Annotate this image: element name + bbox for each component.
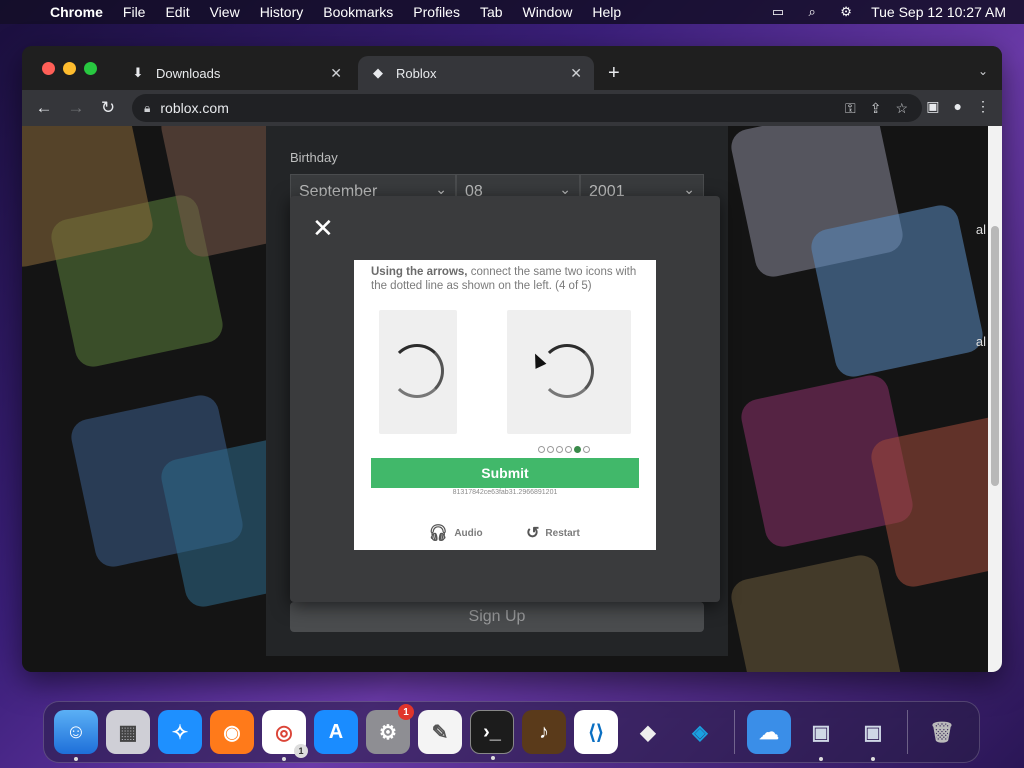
menu-history[interactable]: History: [260, 4, 304, 20]
reload-icon[interactable]: ↻: [98, 98, 118, 118]
captcha-challenge: Using the arrows, connect the same two i…: [354, 260, 656, 550]
vscode-icon[interactable]: ⟨⟩: [574, 710, 618, 754]
tab-roblox[interactable]: ◆ Roblox ✕: [358, 56, 594, 90]
terminal-icon[interactable]: ›_: [470, 710, 514, 760]
menu-help[interactable]: Help: [592, 4, 621, 20]
dock-divider: [907, 710, 908, 754]
tab-title: Downloads: [156, 65, 221, 81]
bookmark-star-icon[interactable]: ☆: [895, 100, 908, 117]
firefox-icon[interactable]: ◉: [210, 710, 254, 754]
menu-window[interactable]: Window: [523, 4, 573, 20]
close-window-button[interactable]: [42, 62, 55, 75]
scrollbar-thumb[interactable]: [991, 226, 999, 486]
trash-icon[interactable]: 🗑︎: [920, 710, 964, 754]
weather-icon[interactable]: ☁: [747, 710, 791, 754]
menu-bar: Chrome File Edit View History Bookmarks …: [0, 0, 1024, 24]
menu-file[interactable]: File: [123, 4, 146, 20]
progress-dot: [583, 446, 590, 453]
page-scrollbar[interactable]: [988, 126, 1002, 672]
apple-icon[interactable]: [18, 3, 36, 21]
profile-avatar-icon[interactable]: ●: [954, 98, 962, 115]
back-arrow-icon[interactable]: ←: [34, 98, 54, 118]
page-viewport: al al Birthday September ⌄ 08 ⌄ 2001 ⌄ S…: [22, 126, 1002, 672]
progress-dot: [556, 446, 563, 453]
zoom-window-button[interactable]: [84, 62, 97, 75]
roblox-icon: ◆: [373, 65, 383, 80]
forward-arrow-icon[interactable]: →: [66, 98, 86, 118]
screen-mirroring-icon[interactable]: ▭: [769, 4, 787, 19]
system-settings-icon[interactable]: ⚙ 1: [366, 704, 414, 754]
new-tab-button[interactable]: +: [608, 62, 620, 85]
close-tab-icon[interactable]: ✕: [330, 65, 342, 82]
safari-icon[interactable]: ✧: [158, 710, 202, 754]
share-icon[interactable]: ⇪: [870, 100, 882, 117]
more-menu-icon[interactable]: ⋮: [976, 98, 990, 115]
virtualbox-vm-icon[interactable]: ▣: [851, 710, 895, 761]
menu-bookmarks[interactable]: Bookmarks: [323, 4, 393, 20]
roblox-studio-icon[interactable]: ◈: [678, 710, 722, 754]
signup-button[interactable]: Sign Up: [290, 602, 704, 632]
lock-icon[interactable]: 🔒︎: [144, 101, 150, 116]
captcha-session-id: 81317842ce63fab31.2966891201: [452, 489, 558, 496]
window-controls: [42, 62, 97, 75]
address-bar[interactable]: 🔒︎ roblox.com ⚿ ⇪ ☆: [132, 94, 922, 122]
close-tab-icon[interactable]: ✕: [570, 65, 582, 82]
restart-icon: ↺: [526, 525, 540, 542]
garageband-icon[interactable]: ♪: [522, 710, 566, 754]
password-key-icon[interactable]: ⚿: [845, 100, 856, 117]
side-panel-icon[interactable]: ▣: [926, 98, 939, 115]
headphones-icon: 🎧︎: [428, 525, 449, 542]
dock: ☺ ▦ ✧ ◉ ◎ 1 A ⚙ 1 ✎ ›_ ♪ ⟨⟩ ◆ ◈ ☁ ▣ ▣ 🗑︎: [43, 701, 980, 763]
menu-edit[interactable]: Edit: [165, 4, 189, 20]
menu-clock[interactable]: Tue Sep 12 10:27 AM: [871, 4, 1006, 20]
progress-dot: [547, 446, 554, 453]
captcha-modal: ✕ Using the arrows, connect the same two…: [290, 196, 720, 602]
tab-search-chevron-icon[interactable]: ⌄: [978, 64, 988, 78]
tab-strip: ⬇ Downloads ✕ ◆ Roblox ✕ + ⌄: [22, 46, 1002, 90]
menu-profiles[interactable]: Profiles: [413, 4, 460, 20]
roblox-icon[interactable]: ◆: [626, 710, 670, 754]
browser-toolbar: ← → ↻ 🔒︎ roblox.com ⚿ ⇪ ☆ ▣ ● ⋮: [22, 90, 1002, 126]
finder-icon[interactable]: ☺: [54, 710, 98, 761]
virtualbox-icon[interactable]: ▣: [799, 710, 843, 761]
menu-tab[interactable]: Tab: [480, 4, 503, 20]
menu-app-name[interactable]: Chrome: [50, 4, 103, 20]
minimize-window-button[interactable]: [63, 62, 76, 75]
chrome-icon[interactable]: ◎ 1: [262, 710, 308, 761]
captcha-audio-button[interactable]: 🎧︎ Audio: [428, 523, 483, 543]
captcha-progress-dots: [538, 446, 590, 453]
menu-view[interactable]: View: [210, 4, 240, 20]
progress-dot: [565, 446, 572, 453]
dock-divider: [734, 710, 735, 754]
url-text[interactable]: roblox.com: [160, 100, 228, 116]
captcha-submit-button[interactable]: Submit: [371, 458, 639, 488]
control-center-icon[interactable]: ⚙: [837, 4, 855, 19]
side-text: al: [975, 222, 986, 237]
progress-dot: [574, 446, 581, 453]
loading-spinner-icon: [390, 344, 444, 398]
tab-title: Roblox: [396, 65, 437, 81]
captcha-puzzle-image[interactable]: [507, 310, 631, 434]
captcha-instruction: Using the arrows, connect the same two i…: [371, 266, 637, 292]
birthday-label: Birthday: [290, 150, 338, 165]
launchpad-icon[interactable]: ▦: [106, 710, 150, 754]
captcha-restart-button[interactable]: ↺ Restart: [526, 523, 580, 543]
close-icon[interactable]: ✕: [312, 215, 334, 241]
side-text: al: [975, 334, 986, 349]
browser-window: ⬇ Downloads ✕ ◆ Roblox ✕ + ⌄ ← → ↻ 🔒︎ ro…: [22, 46, 1002, 672]
tab-downloads[interactable]: ⬇ Downloads ✕: [118, 56, 354, 90]
app-store-icon[interactable]: A: [314, 710, 358, 754]
spotlight-search-icon[interactable]: ⌕: [803, 4, 821, 19]
download-icon: ⬇: [132, 65, 144, 80]
captcha-example-image: [379, 310, 457, 434]
progress-dot: [538, 446, 545, 453]
textedit-icon[interactable]: ✎: [418, 710, 462, 754]
loading-spinner-icon: [540, 344, 594, 398]
